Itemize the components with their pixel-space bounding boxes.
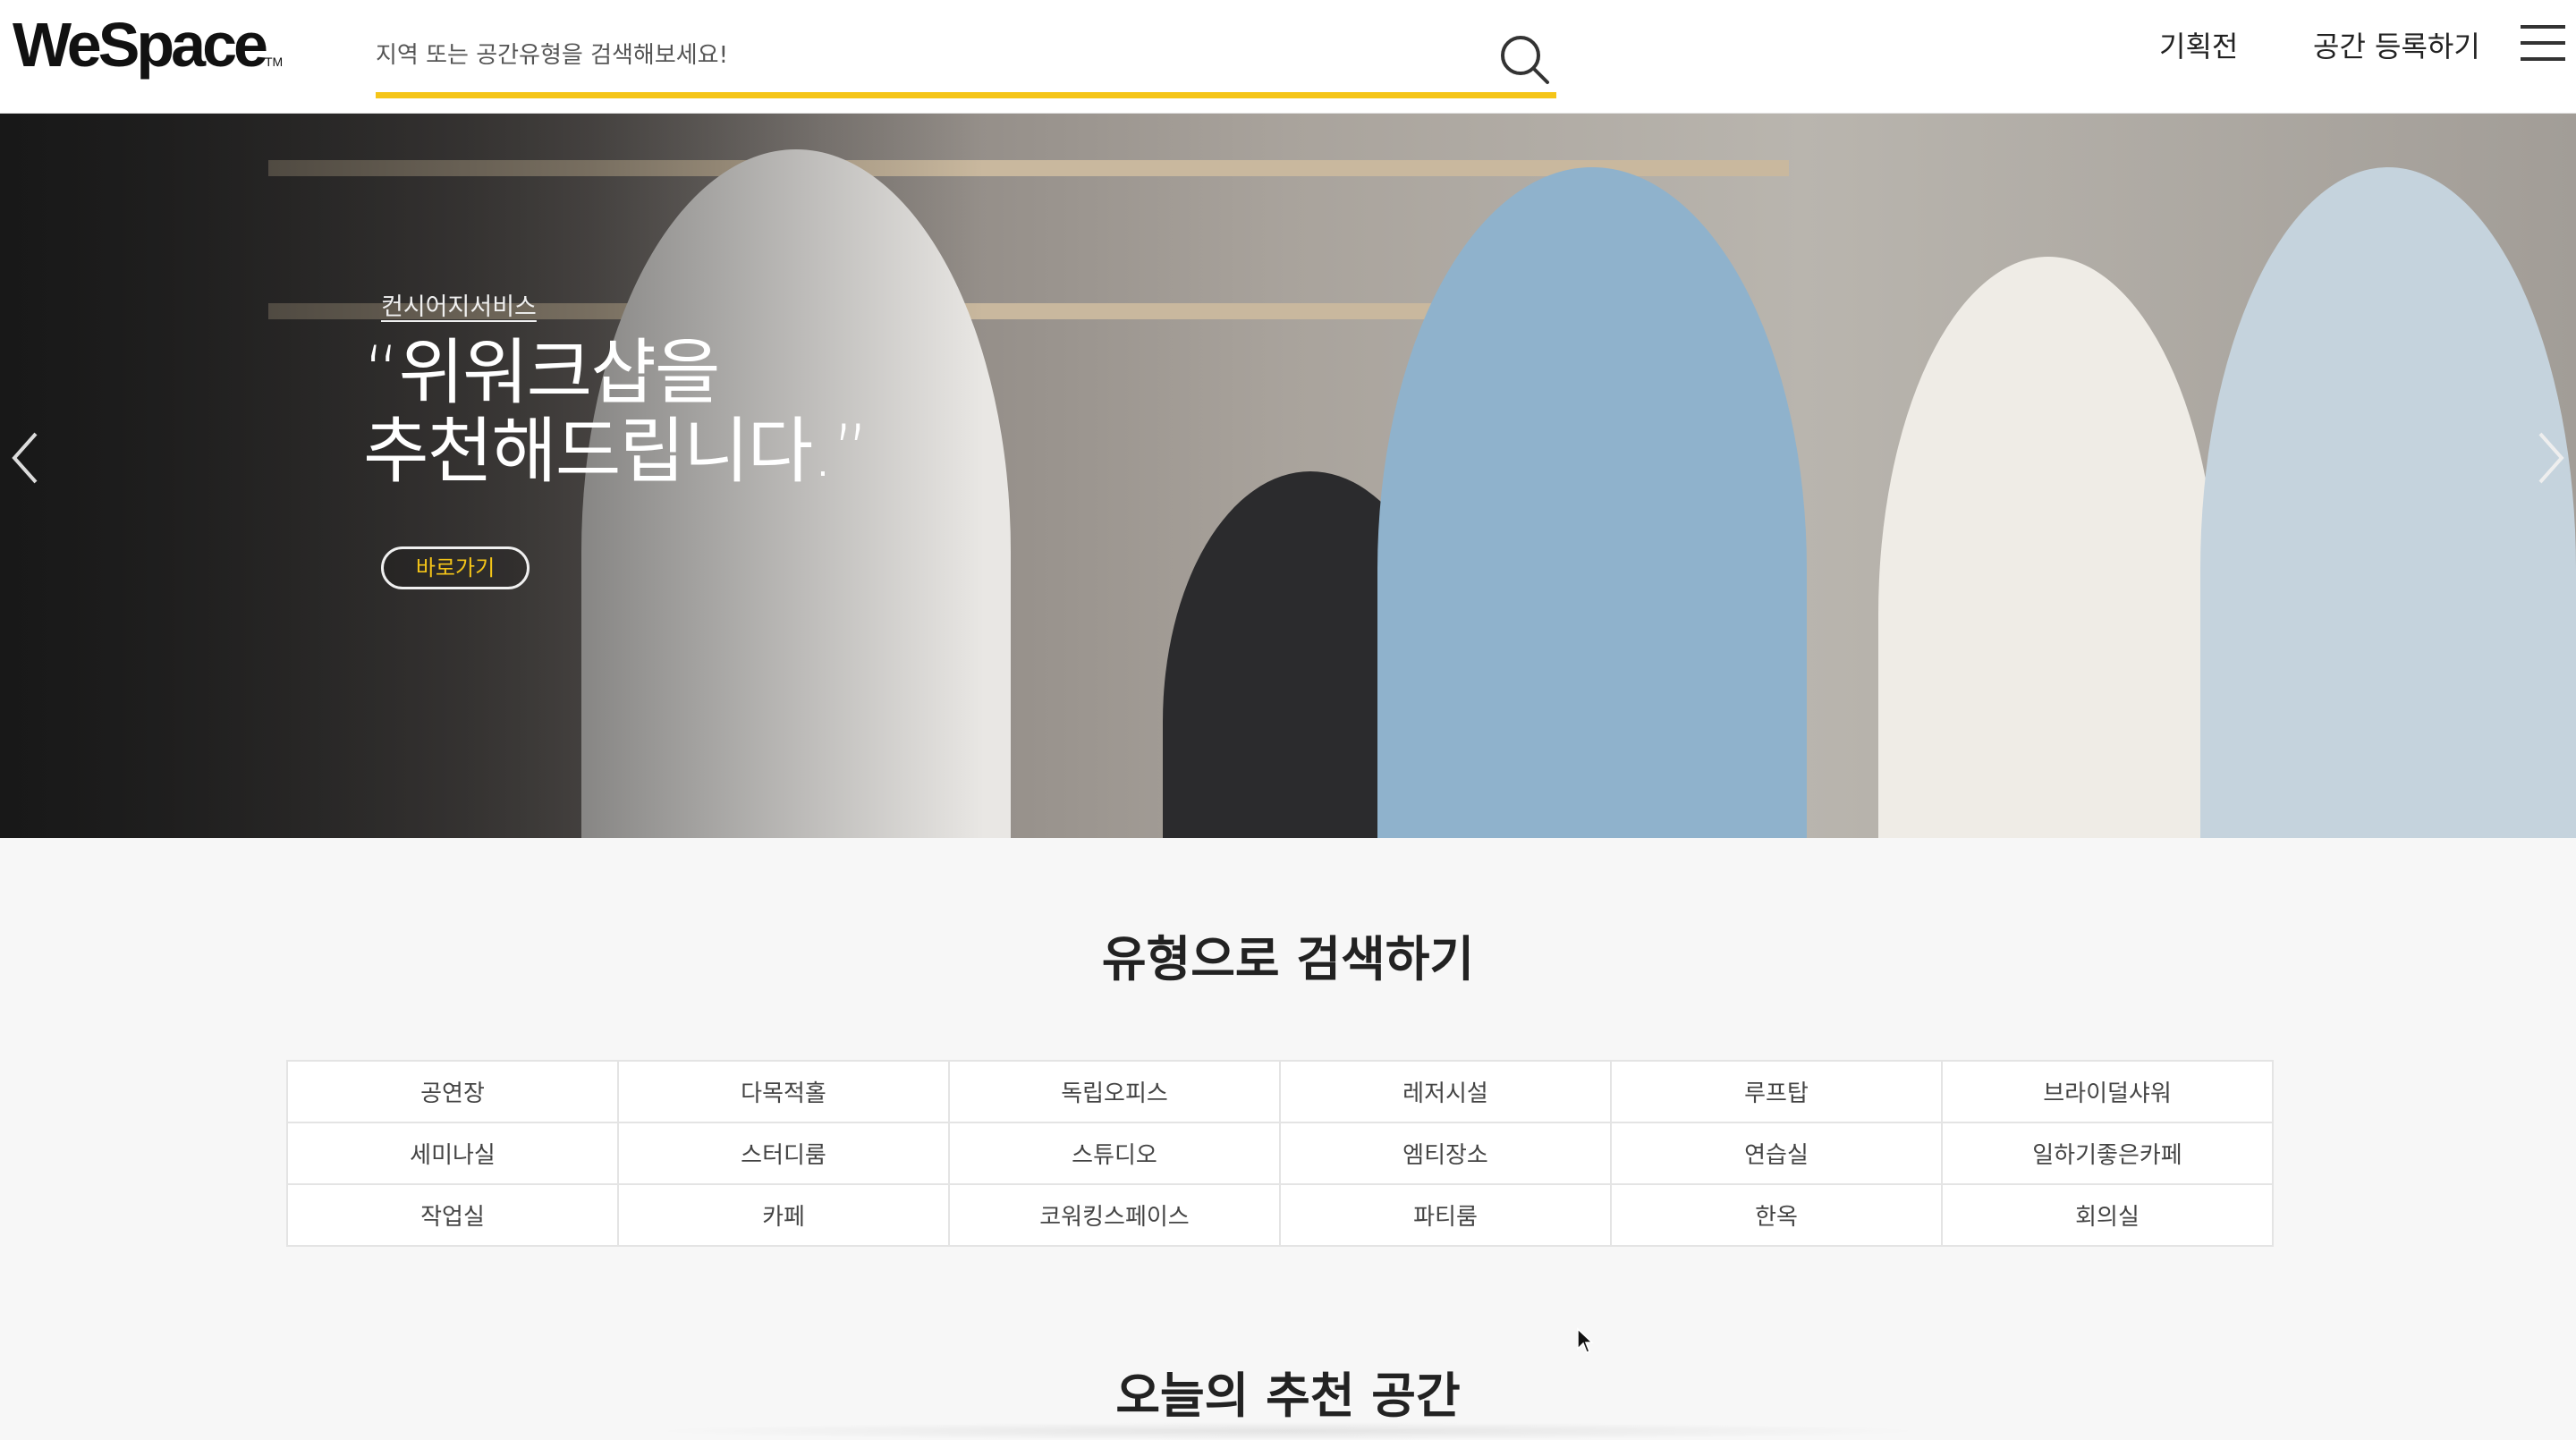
category-item[interactable]: 독립오피스 <box>950 1062 1281 1123</box>
category-item[interactable]: 다목적홀 <box>619 1062 950 1123</box>
today-recommend-title: 오늘의 추천 공간 <box>1115 1368 1461 1424</box>
hero-photo-person <box>1377 167 1807 838</box>
category-item[interactable]: 엠티장소 <box>1281 1123 1612 1185</box>
card-shadow <box>644 1422 1932 1440</box>
category-item[interactable]: 루프탑 <box>1612 1062 1943 1123</box>
category-item[interactable]: 회의실 <box>1943 1185 2274 1247</box>
category-item[interactable]: 스튜디오 <box>950 1123 1281 1185</box>
hamburger-menu-icon[interactable] <box>2521 25 2565 66</box>
category-item[interactable]: 연습실 <box>1612 1123 1943 1185</box>
search-icon[interactable] <box>1494 27 1556 89</box>
hero-title: “위워크샵을 추천해드립니다.” <box>363 331 869 493</box>
category-item[interactable]: 파티룸 <box>1281 1185 1612 1247</box>
category-item[interactable]: 스터디룸 <box>619 1123 950 1185</box>
logo[interactable]: WeSpaceTM <box>13 9 283 97</box>
hero-subtitle-link[interactable]: 컨시어지서비스 <box>381 287 537 322</box>
type-search-title: 유형으로 검색하기 <box>1101 931 1475 987</box>
hero-banner: 컨시어지서비스 “위워크샵을 추천해드립니다.” 바로가기 <box>0 114 2576 838</box>
category-item[interactable]: 작업실 <box>288 1185 619 1247</box>
chevron-left-icon[interactable] <box>7 427 43 489</box>
category-item[interactable]: 브라이덜샤워 <box>1943 1062 2274 1123</box>
search-input[interactable] <box>376 30 1467 80</box>
category-item[interactable]: 코워킹스페이스 <box>950 1185 1281 1247</box>
logo-trademark: TM <box>264 55 284 69</box>
category-item[interactable]: 공연장 <box>288 1062 619 1123</box>
category-item[interactable]: 카페 <box>619 1185 950 1247</box>
category-item[interactable]: 일하기좋은카페 <box>1943 1123 2274 1185</box>
logo-text: WeSpace <box>13 10 268 80</box>
mouse-cursor-icon <box>1577 1327 1594 1353</box>
category-item[interactable]: 레저시설 <box>1281 1062 1612 1123</box>
nav-exhibition-link[interactable]: 기획전 <box>2159 25 2238 68</box>
hero-photo-person <box>1878 257 2218 838</box>
hero-photo-person <box>2200 167 2576 838</box>
chevron-right-icon[interactable] <box>2533 427 2569 489</box>
hero-go-button[interactable]: 바로가기 <box>381 546 530 589</box>
search-bar <box>376 21 1556 98</box>
category-grid: 공연장 다목적홀 독립오피스 레저시설 루프탑 브라이덜샤워세미나실 스터디룸 스튜디오 엠티장… <box>286 1060 2274 1247</box>
category-item[interactable]: 세미나실 <box>288 1123 619 1185</box>
header: WeSpaceTM 기획전 공간 등록하기 <box>0 0 2576 114</box>
category-item[interactable]: 한옥 <box>1612 1185 1943 1247</box>
nav-register-space-link[interactable]: 공간 등록하기 <box>2313 25 2480 68</box>
